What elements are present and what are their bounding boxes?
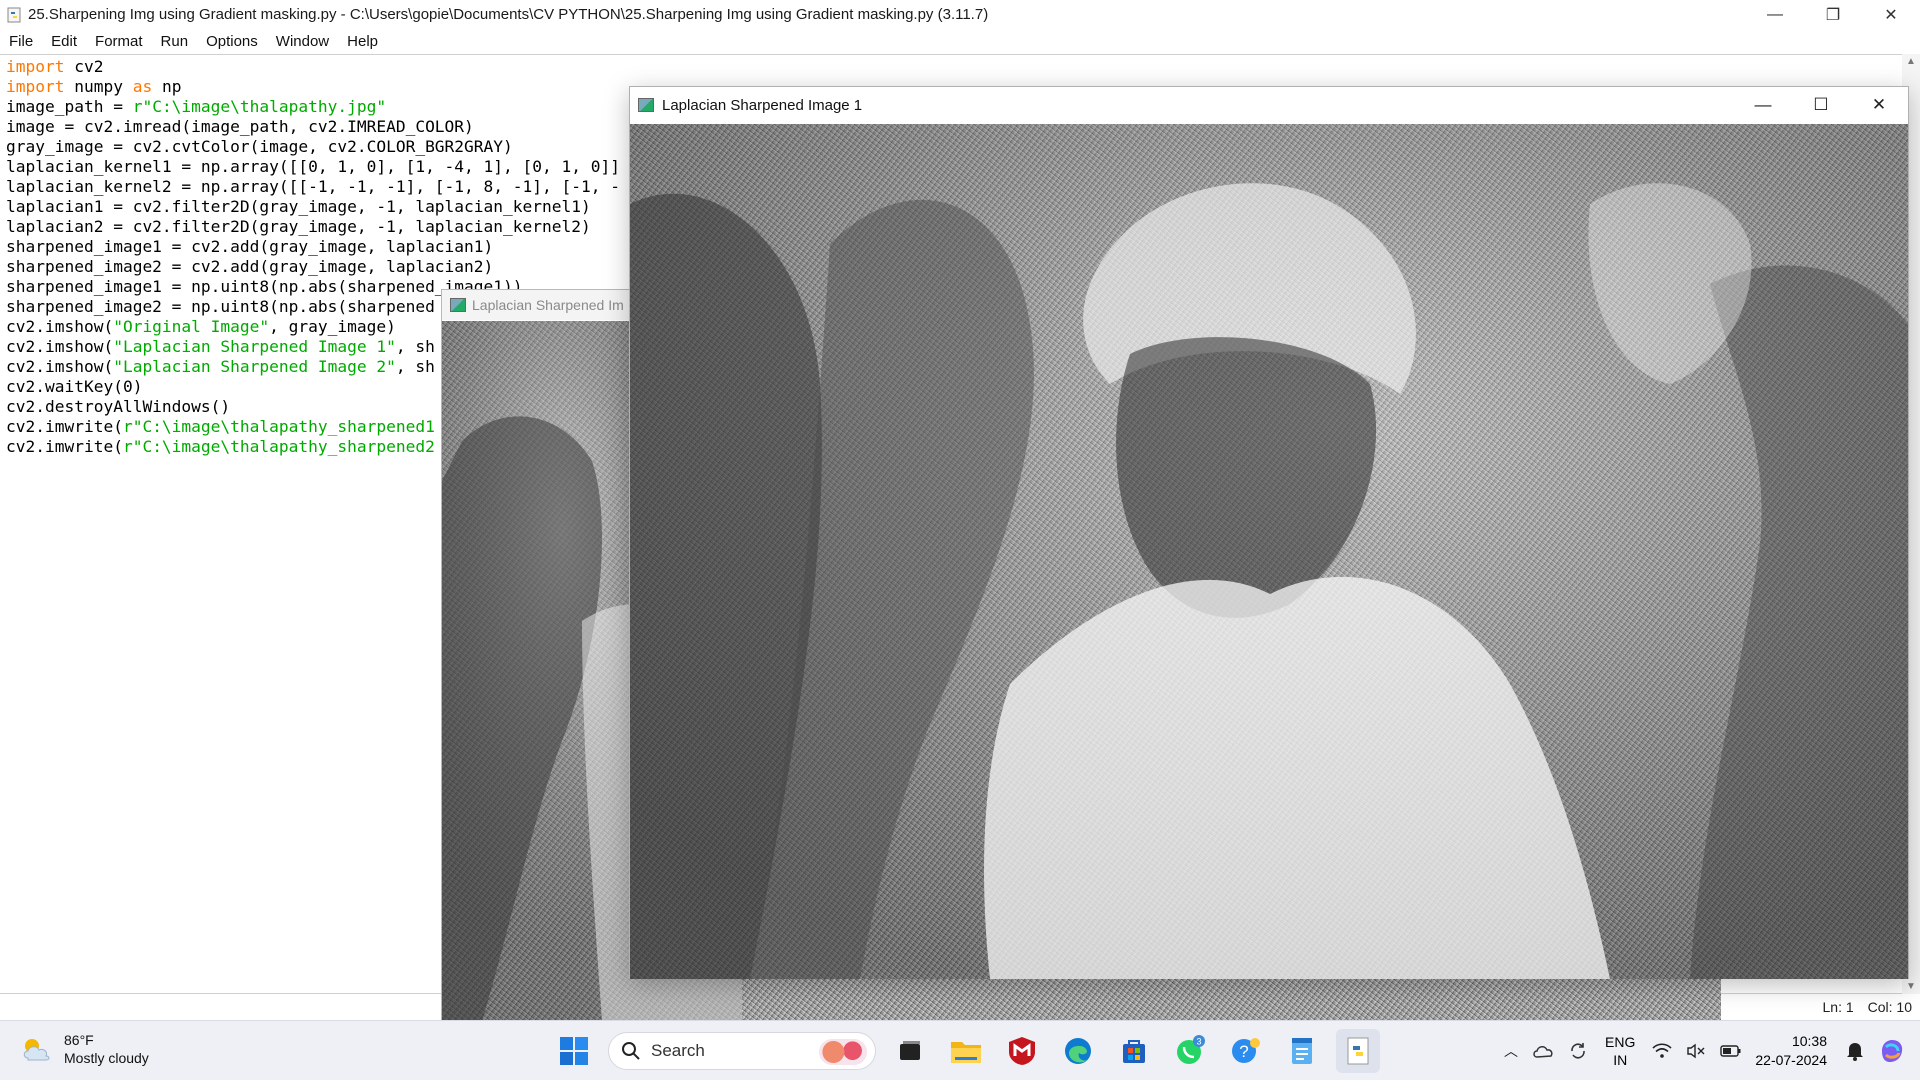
code-line[interactable]: image_path = r"C:\image\thalapathy.jpg" xyxy=(6,97,620,117)
search-label: Search xyxy=(651,1041,705,1060)
code-line[interactable]: laplacian1 = cv2.filter2D(gray_image, -1… xyxy=(6,197,620,217)
scroll-up-icon[interactable]: ▲ xyxy=(1906,56,1916,67)
image-window-1-title: Laplacian Sharpened Image 1 xyxy=(662,96,863,114)
idle-python-button[interactable] xyxy=(1336,1029,1380,1073)
mcafee-button[interactable] xyxy=(1000,1029,1044,1073)
menu-help[interactable]: Help xyxy=(338,33,387,50)
menu-window[interactable]: Window xyxy=(267,33,338,50)
windows-logo-icon xyxy=(560,1037,588,1065)
sync-icon[interactable] xyxy=(1561,1041,1595,1061)
onedrive-icon[interactable] xyxy=(1525,1043,1561,1059)
region-code: IN xyxy=(1613,1052,1628,1068)
code-line[interactable]: import numpy as np xyxy=(6,77,620,97)
restore-button[interactable]: ❐ xyxy=(1804,0,1862,29)
whatsapp-badge: 3 xyxy=(1196,1037,1201,1047)
clock-date: 22-07-2024 xyxy=(1755,1052,1827,1068)
image-window-1-titlebar[interactable]: Laplacian Sharpened Image 1 — ☐ ✕ xyxy=(630,87,1908,123)
python-idle-icon xyxy=(1347,1037,1369,1065)
image-window-close-button[interactable]: ✕ xyxy=(1850,87,1908,123)
edge-button[interactable] xyxy=(1056,1029,1100,1073)
code-line[interactable]: gray_image = cv2.cvtColor(image, cv2.COL… xyxy=(6,137,620,157)
idle-title-bar: 25.Sharpening Img using Gradient masking… xyxy=(0,0,1920,29)
notification-bell-icon[interactable] xyxy=(1839,1041,1871,1061)
clock[interactable]: 10:38 22-07-2024 xyxy=(1749,1032,1839,1070)
whatsapp-button[interactable]: 3 xyxy=(1168,1029,1212,1073)
task-view-icon xyxy=(900,1041,920,1060)
code-line[interactable]: sharpened_image2 = cv2.add(gray_image, l… xyxy=(6,257,620,277)
start-button[interactable] xyxy=(552,1029,596,1073)
notepad-icon xyxy=(1292,1038,1312,1064)
clock-time: 10:38 xyxy=(1791,1033,1827,1049)
weather-temperature: 86°F xyxy=(64,1032,94,1048)
image-window-maximize-button[interactable]: ☐ xyxy=(1792,87,1850,123)
file-explorer-button[interactable] xyxy=(944,1029,988,1073)
image-window-2-title: Laplacian Sharpened Im xyxy=(472,297,624,313)
taskbar-search[interactable]: Search xyxy=(608,1032,876,1070)
search-highlight-icon xyxy=(819,1039,867,1065)
column-number: Col: 10 xyxy=(1867,999,1912,1015)
speaker-muted-icon[interactable] xyxy=(1679,1043,1713,1059)
menu-options[interactable]: Options xyxy=(197,33,267,50)
menu-file[interactable]: File xyxy=(0,33,42,50)
task-view-button[interactable] xyxy=(888,1029,932,1073)
minimize-button[interactable]: — xyxy=(1746,0,1804,29)
image-window-minimize-button[interactable]: — xyxy=(1734,87,1792,123)
close-button[interactable]: ✕ xyxy=(1862,0,1920,29)
tips-question-icon: ? xyxy=(1232,1038,1260,1063)
code-line[interactable]: laplacian_kernel2 = np.array([[-1, -1, -… xyxy=(6,177,620,197)
wifi-icon[interactable] xyxy=(1645,1043,1679,1059)
mcafee-shield-icon xyxy=(1009,1037,1035,1065)
svg-text:?: ? xyxy=(1239,1042,1248,1061)
menu-run[interactable]: Run xyxy=(152,33,198,50)
folder-icon xyxy=(951,1042,981,1063)
opencv-window-icon xyxy=(638,98,654,112)
edge-browser-icon xyxy=(1065,1038,1091,1064)
menu-format[interactable]: Format xyxy=(86,33,152,50)
tips-button[interactable]: ? xyxy=(1224,1029,1268,1073)
sharpened-image-1 xyxy=(630,124,1908,979)
image-window-1[interactable]: Laplacian Sharpened Image 1 — ☐ ✕ xyxy=(629,86,1909,979)
scroll-down-icon[interactable]: ▼ xyxy=(1906,981,1916,992)
code-line[interactable]: import cv2 xyxy=(6,57,620,77)
background-image-strip xyxy=(741,979,1721,1020)
microsoft-store-button[interactable] xyxy=(1112,1029,1156,1073)
search-icon xyxy=(622,1042,640,1060)
whatsapp-icon: 3 xyxy=(1177,1035,1205,1064)
image-1-shading xyxy=(630,124,1908,979)
opencv-window-icon xyxy=(450,298,466,312)
code-line[interactable]: image = cv2.imread(image_path, cv2.IMREA… xyxy=(6,117,620,137)
menu-bar: File Edit Format Run Options Window Help xyxy=(0,29,1920,54)
taskbar: 86°F Mostly cloudy Search 3 ? ︿ ENG IN 1… xyxy=(0,1020,1920,1080)
notepad-button[interactable] xyxy=(1280,1029,1324,1073)
code-line[interactable]: laplacian2 = cv2.filter2D(gray_image, -1… xyxy=(6,217,620,237)
code-line[interactable]: laplacian_kernel1 = np.array([[0, 1, 0],… xyxy=(6,157,620,177)
menu-edit[interactable]: Edit xyxy=(42,33,86,50)
weather-widget[interactable]: 86°F Mostly cloudy xyxy=(20,1031,149,1067)
store-bag-icon xyxy=(1123,1040,1145,1063)
python-file-icon xyxy=(7,7,21,22)
window-title: 25.Sharpening Img using Gradient masking… xyxy=(28,6,989,23)
language-code: ENG xyxy=(1605,1034,1636,1050)
line-number: Ln: 1 xyxy=(1822,999,1854,1015)
taskbar-apps: Search 3 ? xyxy=(552,1029,1380,1073)
code-line[interactable]: sharpened_image1 = cv2.add(gray_image, l… xyxy=(6,237,620,257)
language-indicator[interactable]: ENG IN xyxy=(1595,1033,1645,1069)
system-tray: ︿ ENG IN 10:38 22-07-2024 xyxy=(1497,1021,1920,1080)
weather-description: Mostly cloudy xyxy=(64,1050,149,1066)
copilot-icon[interactable] xyxy=(1871,1037,1920,1065)
show-hidden-icons-chevron-icon[interactable]: ︿ xyxy=(1497,1041,1525,1061)
battery-icon[interactable] xyxy=(1713,1044,1749,1058)
partly-cloudy-icon xyxy=(23,1039,50,1061)
